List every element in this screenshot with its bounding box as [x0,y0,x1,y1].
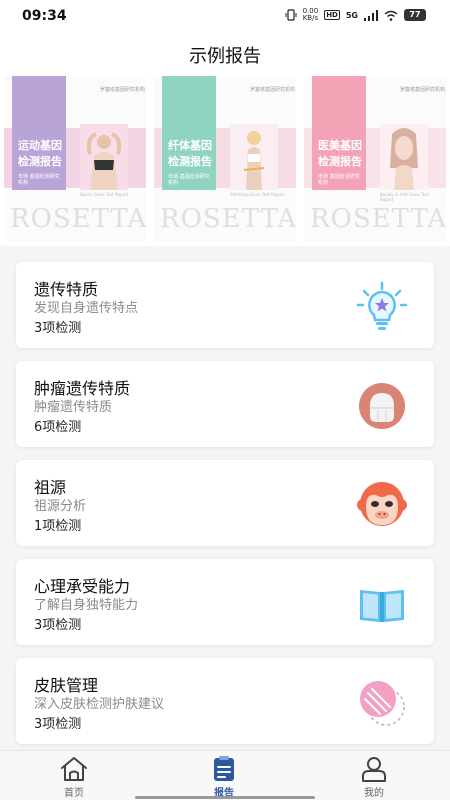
home-indicator [135,796,315,799]
sample-report-slimming[interactable]: 纤体基因检测报告 市场 基因检测研究机构 罗塞塔基因研究机构 Slimming … [154,76,296,242]
wifi-icon [384,10,398,21]
report-card-psychological-resilience[interactable]: 心理承受能力 了解自身独特能力 3项检测 [16,559,434,645]
sample-small-text: 市场 基因检测研究机构 [318,174,360,186]
sample-label: 运动基因检测报告 [18,139,62,168]
top-bar: 示例报告 [0,32,450,74]
monkey-icon [357,482,407,526]
report-card-genetic-traits[interactable]: 遗传特质 发现自身遗传特点 3项检测 [16,262,434,348]
rosetta-watermark: ROSETTA [160,204,296,234]
sample-accent-bar [312,76,366,190]
skin-icon [360,681,405,726]
sample-brand: 罗塞塔基因研究机构 [100,87,146,93]
sample-brand: 罗塞塔基因研究机构 [250,87,296,93]
open-book-icon [360,590,404,622]
tab-label: 首页 [64,788,84,799]
card-test-count: 3项检测 [34,717,82,732]
net-speed: 0.00 KB/s [302,7,319,22]
profile-icon [362,757,386,782]
sample-caption: Beauty & Anti-Gene Test Report [380,192,430,202]
home-icon [61,757,87,781]
rosetta-watermark: ROSETTA [10,204,146,234]
sample-accent-bar [12,76,66,190]
card-test-count: 6项检测 [34,420,82,435]
hd-badge: HD [324,10,340,20]
page-title: 示例报告 [189,46,261,67]
card-subtitle: 深入皮肤检测护肤建议 [34,697,165,712]
status-time: 09:34 [22,8,67,24]
sample-label: 医美基因检测报告 [318,139,362,168]
card-subtitle: 肿瘤遗传特质 [34,400,113,415]
sample-caption: Slimming Gene Test Report [230,192,285,197]
sample-accent-bar [162,76,216,190]
bottom-tab-bar: 首页 报告 我的 [0,750,450,800]
battery-indicator: 77 [404,9,426,21]
sample-brand: 罗塞塔基因研究机构 [400,87,446,93]
card-test-count: 3项检测 [34,618,82,633]
report-card-tumor-traits[interactable]: 肿瘤遗传特质 肿瘤遗传特质 6项检测 [16,361,434,447]
tab-profile[interactable]: 我的 [339,756,409,799]
signal-label: 5G [345,10,358,20]
slimming-illustration [230,124,278,190]
sample-report-sports[interactable]: 运动基因检测报告 市场 基因检测研究机构 罗塞塔基因研究机构 Sports Ge… [4,76,146,242]
report-card-ancestry[interactable]: 祖源 祖源分析 1项检测 [16,460,434,546]
tab-label: 我的 [364,788,384,799]
card-subtitle: 发现自身遗传特点 [34,301,139,316]
beauty-illustration [380,124,428,190]
report-icon [214,756,234,781]
athlete-illustration [80,124,128,190]
sample-report-beauty[interactable]: 医美基因检测报告 市场 基因检测研究机构 罗塞塔基因研究机构 Beauty & … [304,76,446,242]
signal-icon [364,9,378,21]
tab-report[interactable]: 报告 [189,756,259,799]
sample-caption: Sports Gene Test Report [80,192,129,197]
card-subtitle: 祖源分析 [34,499,87,514]
tumor-icon [359,383,405,429]
status-bar: 09:34 0.00 KB/s HD 5G 77 [0,0,450,32]
status-icons: 0.00 KB/s HD 5G 77 [285,8,426,22]
report-card-skin-care[interactable]: 皮肤管理 深入皮肤检测护肤建议 3项检测 [16,658,434,744]
vibrate-icon [285,9,297,21]
card-test-count: 1项检测 [34,519,82,534]
card-test-count: 3项检测 [34,321,82,336]
sample-label: 纤体基因检测报告 [168,139,212,168]
tab-home[interactable]: 首页 [39,756,109,799]
card-subtitle: 了解自身独特能力 [34,598,139,613]
sample-small-text: 市场 基因检测研究机构 [18,174,60,186]
lightbulb-star-icon [356,281,408,330]
sample-small-text: 市场 基因检测研究机构 [168,174,210,186]
rosetta-watermark: ROSETTA [310,204,446,234]
sample-reports: 运动基因检测报告 市场 基因检测研究机构 罗塞塔基因研究机构 Sports Ge… [0,74,450,246]
